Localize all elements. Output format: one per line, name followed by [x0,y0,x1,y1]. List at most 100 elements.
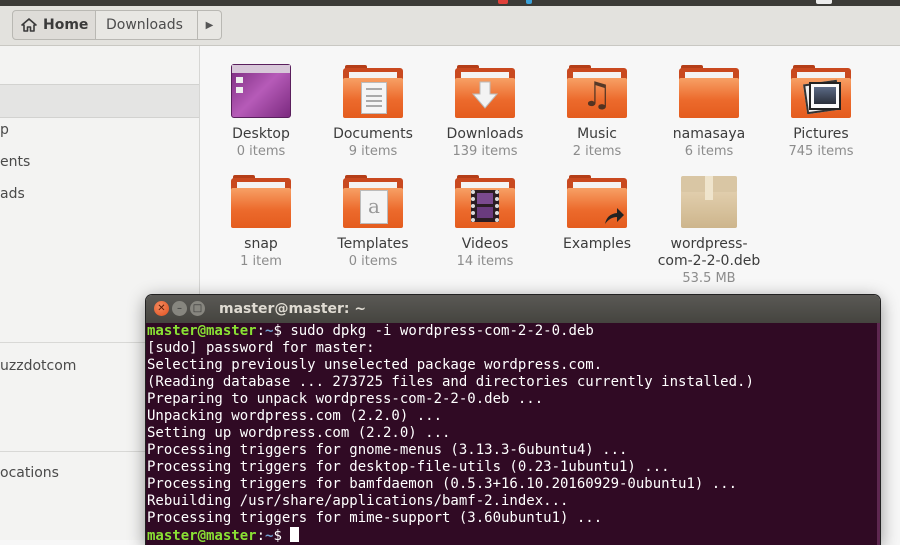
file-name: wordpress- com-2-2-0.deb [654,236,764,270]
prompt-end: $ [273,323,291,339]
file-item-templates[interactable]: a Templates 0 items [318,174,428,271]
terminal-output-line: Processing triggers for mime-support (3.… [147,510,603,526]
sidebar-item-documents[interactable]: ents [0,154,30,170]
chevron-right-icon: ▶ [205,19,214,31]
file-size: 53.5 MB [682,271,736,286]
sidebar-item-label: ocations [0,465,59,481]
breadcrumb-home-label: Home [43,17,89,33]
file-count: 0 items [348,254,398,269]
terminal-command-line: master@master:~$ sudo dpkg -i wordpress-… [147,323,594,340]
indicator-icon [816,0,832,4]
file-item-desktop[interactable]: Desktop 0 items [206,64,316,161]
terminal-title: master@master: ~ [219,301,367,317]
sidebar-item-label: ents [0,154,31,170]
terminal-body[interactable]: master@master:~$ sudo dpkg -i wordpress-… [146,323,880,545]
file-count: 14 items [456,254,514,269]
terminal-output-line: [sudo] password for master: [147,340,375,356]
maximize-icon: □ [192,303,203,314]
desktop-folder-icon [229,64,293,120]
command-text: sudo dpkg -i wordpress-com-2-2-0.deb [290,323,594,339]
indicator-icon [526,0,532,4]
sidebar-item-selected[interactable] [0,84,199,118]
terminal-output-line: Preparing to unpack wordpress-com-2-2-0.… [147,391,544,407]
file-name: Examples [562,236,632,252]
minimize-icon: – [177,303,182,314]
file-item-namasaya[interactable]: namasaya 6 items [654,64,764,161]
examples-link-folder-icon [565,174,629,230]
videos-folder-icon [453,174,517,230]
terminal-titlebar[interactable]: ✕ – □ master@master: ~ [146,295,880,323]
file-item-examples[interactable]: Examples [542,174,652,253]
file-name: snap [244,236,278,252]
terminal-output-line: Processing triggers for desktop-file-uti… [147,459,670,475]
sidebar-item-network[interactable]: uzzdotcom [0,358,76,374]
sidebar-item-label: p [0,122,9,138]
file-manager-toolbar: Home Downloads ▶ [0,6,900,46]
terminal-output-line: Setting up wordpress.com (2.2.0) ... [147,425,451,441]
file-name: Pictures [793,126,849,142]
terminal-output-line: Processing triggers for gnome-menus (3.1… [147,442,628,458]
terminal-window[interactable]: ✕ – □ master@master: ~ master@master:~$ … [146,295,880,545]
prompt-separator: : [256,528,266,544]
file-item-downloads[interactable]: Downloads 139 items [430,64,540,161]
file-item-wordpress-deb[interactable]: wordpress- com-2-2-0.deb 53.5 MB [654,174,764,288]
file-name: Templates [337,236,409,252]
breadcrumb-home[interactable]: Home [12,10,96,40]
pictures-folder-icon [789,64,853,120]
templates-folder-icon: a [341,174,405,230]
file-name: Desktop [232,126,290,142]
file-name: Downloads [446,126,524,142]
close-icon: ✕ [157,303,166,314]
terminal-prompt-line[interactable]: master@master:~$ [147,527,300,545]
file-name: Music [577,126,617,142]
folder-icon [229,174,293,230]
file-count: 1 item [240,254,282,269]
file-name: Documents [333,126,413,142]
package-icon [677,174,741,230]
indicator-icon [498,0,508,4]
breadcrumb-downloads-label: Downloads [106,17,183,33]
terminal-output-line: Rebuilding /usr/share/applications/bamf-… [147,493,569,509]
file-name: namasaya [672,126,746,142]
file-count: 139 items [452,144,518,159]
breadcrumb-forward-button[interactable]: ▶ [198,10,222,40]
file-item-documents[interactable]: Documents 9 items [318,64,428,161]
prompt-user: master@master [147,528,257,544]
prompt-user: master@master [147,323,257,339]
file-count: 0 items [236,144,286,159]
terminal-scrollbar[interactable] [877,323,880,545]
file-count: 2 items [572,144,622,159]
minimize-button[interactable]: – [172,301,187,316]
file-item-pictures[interactable]: Pictures 745 items [766,64,876,161]
file-name-line-2: com-2-2-0.deb [657,253,761,269]
home-icon [21,18,37,32]
maximize-button[interactable]: □ [190,301,205,316]
documents-folder-icon [341,64,405,120]
file-item-music[interactable]: ♫ Music 2 items [542,64,652,161]
breadcrumb-downloads[interactable]: Downloads [96,10,198,40]
sidebar-item-downloads[interactable]: ads [0,186,25,202]
folder-icon [677,64,741,120]
sidebar-item-label: ads [0,186,25,202]
terminal-output-line: Selecting previously unselected package … [147,357,603,373]
file-count: 6 items [684,144,734,159]
music-folder-icon: ♫ [565,64,629,120]
file-item-snap[interactable]: snap 1 item [206,174,316,271]
file-name-line-1: wordpress- [670,236,748,252]
file-item-videos[interactable]: Videos 14 items [430,174,540,271]
file-count: 9 items [348,144,398,159]
close-button[interactable]: ✕ [154,301,169,316]
sidebar-item-other-locations[interactable]: ocations [0,465,59,481]
terminal-output-line: Unpacking wordpress.com (2.2.0) ... [147,408,443,424]
downloads-folder-icon [453,64,517,120]
sidebar-item-label: uzzdotcom [0,358,77,374]
prompt-separator: : [256,323,266,339]
breadcrumb: Home Downloads ▶ [12,10,222,40]
prompt-end: $ [273,528,291,544]
file-name: Videos [461,236,509,252]
file-count: 745 items [788,144,854,159]
link-arrow-icon [605,208,624,224]
terminal-output-line: (Reading database ... 273725 files and d… [147,374,754,390]
terminal-output-line: Processing triggers for bamfdaemon (0.5.… [147,476,738,492]
sidebar-item-recent[interactable]: p [0,122,9,138]
